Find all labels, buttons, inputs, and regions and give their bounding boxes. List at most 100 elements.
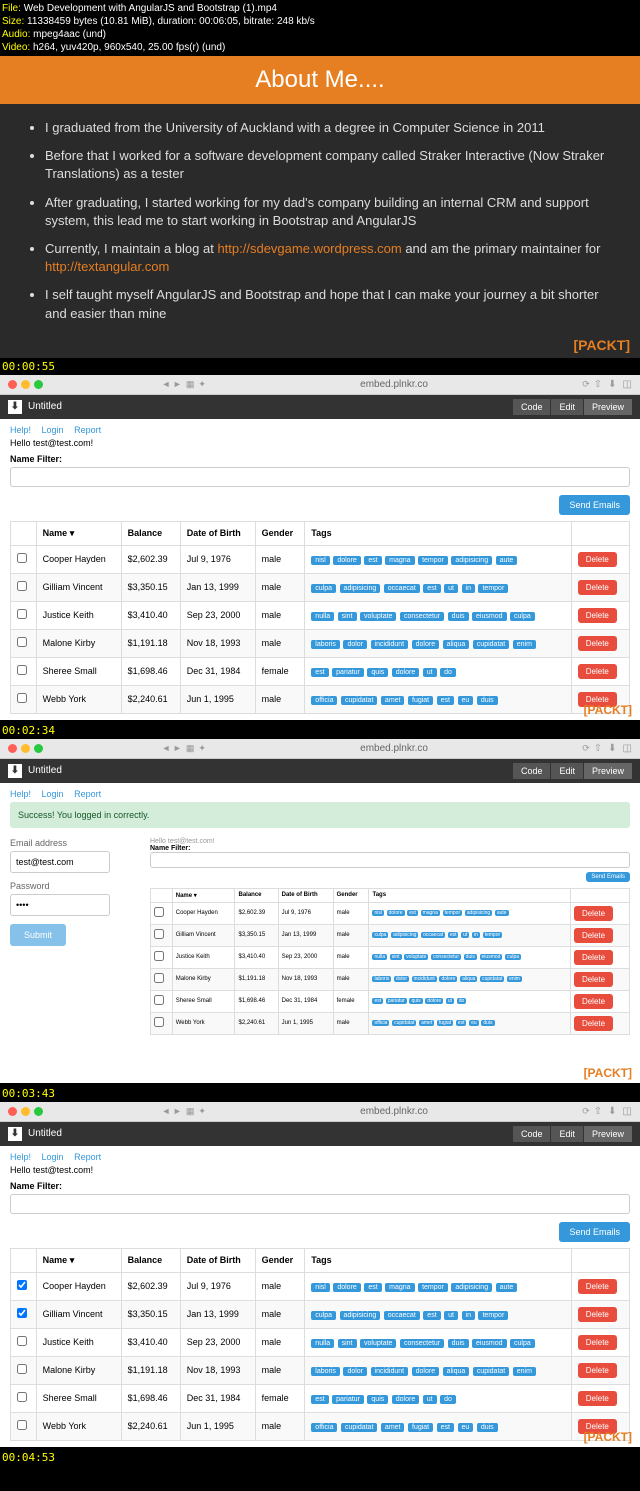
star-icon[interactable]: ✦ — [198, 743, 206, 754]
col-tags[interactable]: Tags — [305, 1248, 571, 1272]
delete-button[interactable]: Delete — [578, 664, 617, 679]
row-checkbox[interactable] — [17, 1420, 27, 1430]
delete-button[interactable]: Delete — [578, 1279, 617, 1294]
delete-button[interactable]: Delete — [574, 994, 613, 1009]
password-field[interactable] — [10, 894, 110, 916]
send-emails-button[interactable]: Send Emails — [559, 495, 630, 515]
row-checkbox[interactable] — [154, 907, 164, 917]
row-checkbox[interactable] — [154, 929, 164, 939]
col-dob[interactable]: Date of Birth — [180, 521, 255, 545]
mini-filter-input[interactable] — [150, 852, 630, 868]
nav-report[interactable]: Report — [74, 1152, 101, 1162]
row-checkbox[interactable] — [17, 553, 27, 563]
share-icon[interactable]: ⇧ — [594, 1106, 602, 1117]
row-checkbox[interactable] — [17, 1336, 27, 1346]
col-tags[interactable]: Tags — [305, 521, 571, 545]
maximize-icon[interactable] — [34, 1107, 43, 1116]
maximize-icon[interactable] — [34, 380, 43, 389]
filter-input[interactable] — [10, 467, 630, 487]
delete-button[interactable]: Delete — [578, 580, 617, 595]
delete-button[interactable]: Delete — [578, 1391, 617, 1406]
delete-button[interactable]: Delete — [578, 608, 617, 623]
row-checkbox[interactable] — [17, 609, 27, 619]
submit-button[interactable]: Submit — [10, 924, 66, 946]
tabs-icon[interactable]: ◫ — [623, 743, 632, 754]
plnkr-logo-icon[interactable]: ⬇ — [8, 1127, 22, 1141]
reload-icon[interactable]: ⟳ — [582, 1106, 590, 1117]
tab-code[interactable]: Code — [513, 1126, 551, 1142]
mini-send-emails[interactable]: Send Emails — [586, 872, 630, 882]
col-dob[interactable]: Date of Birth — [180, 1248, 255, 1272]
minimize-icon[interactable] — [21, 1107, 30, 1116]
tab-code[interactable]: Code — [513, 399, 551, 415]
help-link[interactable]: Help! — [10, 1152, 31, 1162]
nav-login[interactable]: Login — [42, 425, 64, 435]
nav-icon[interactable]: ◄ ► — [162, 743, 182, 753]
delete-button[interactable]: Delete — [578, 1335, 617, 1350]
row-checkbox[interactable] — [17, 693, 27, 703]
minimize-icon[interactable] — [21, 380, 30, 389]
row-checkbox[interactable] — [17, 1308, 27, 1318]
panel-icon[interactable]: ▦ — [186, 743, 195, 754]
col-balance[interactable]: Balance — [121, 521, 180, 545]
delete-button[interactable]: Delete — [574, 950, 613, 965]
nav-icon[interactable]: ◄ ► — [162, 379, 182, 389]
email-field[interactable] — [10, 851, 110, 873]
row-checkbox[interactable] — [17, 581, 27, 591]
minimize-icon[interactable] — [21, 744, 30, 753]
tab-edit[interactable]: Edit — [551, 399, 583, 415]
row-checkbox[interactable] — [17, 637, 27, 647]
share-icon[interactable]: ⇧ — [594, 743, 602, 754]
panel-icon[interactable]: ▦ — [186, 379, 195, 390]
blog-link[interactable]: http://sdevgame.wordpress.com — [217, 241, 401, 256]
tab-preview[interactable]: Preview — [584, 1126, 632, 1142]
tab-preview[interactable]: Preview — [584, 763, 632, 779]
nav-report[interactable]: Report — [74, 425, 101, 435]
close-icon[interactable] — [8, 380, 17, 389]
nav-login[interactable]: Login — [42, 789, 64, 799]
row-checkbox[interactable] — [154, 995, 164, 1005]
delete-button[interactable]: Delete — [578, 1307, 617, 1322]
delete-button[interactable]: Delete — [574, 906, 613, 921]
delete-button[interactable]: Delete — [574, 972, 613, 987]
col-name[interactable]: Name ▾ — [36, 521, 121, 545]
row-checkbox[interactable] — [17, 1364, 27, 1374]
textangular-link[interactable]: http://textangular.com — [45, 259, 169, 274]
row-checkbox[interactable] — [17, 665, 27, 675]
filter-input[interactable] — [10, 1194, 630, 1214]
close-icon[interactable] — [8, 744, 17, 753]
col-gender[interactable]: Gender — [255, 1248, 305, 1272]
row-checkbox[interactable] — [17, 1392, 27, 1402]
download-icon[interactable]: ⬇ — [608, 1106, 616, 1117]
plnkr-logo-icon[interactable]: ⬇ — [8, 764, 22, 778]
col-name[interactable]: Name ▾ — [36, 1248, 121, 1272]
nav-icon[interactable]: ◄ ► — [162, 1106, 182, 1116]
delete-button[interactable]: Delete — [578, 552, 617, 567]
plnkr-logo-icon[interactable]: ⬇ — [8, 400, 22, 414]
row-checkbox[interactable] — [154, 951, 164, 961]
close-icon[interactable] — [8, 1107, 17, 1116]
delete-button[interactable]: Delete — [574, 1016, 613, 1031]
nav-login[interactable]: Login — [42, 1152, 64, 1162]
row-checkbox[interactable] — [17, 1280, 27, 1290]
tab-edit[interactable]: Edit — [551, 763, 583, 779]
tabs-icon[interactable]: ◫ — [623, 379, 632, 390]
url-bar[interactable]: embed.plnkr.co — [210, 379, 578, 390]
col-gender[interactable]: Gender — [255, 521, 305, 545]
download-icon[interactable]: ⬇ — [608, 379, 616, 390]
maximize-icon[interactable] — [34, 744, 43, 753]
delete-button[interactable]: Delete — [578, 1363, 617, 1378]
row-checkbox[interactable] — [154, 1017, 164, 1027]
nav-report[interactable]: Report — [74, 789, 101, 799]
reload-icon[interactable]: ⟳ — [582, 743, 590, 754]
share-icon[interactable]: ⇧ — [594, 379, 602, 390]
tab-edit[interactable]: Edit — [551, 1126, 583, 1142]
row-checkbox[interactable] — [154, 973, 164, 983]
star-icon[interactable]: ✦ — [198, 379, 206, 390]
url-bar[interactable]: embed.plnkr.co — [210, 743, 578, 754]
help-link[interactable]: Help! — [10, 425, 31, 435]
send-emails-button[interactable]: Send Emails — [559, 1222, 630, 1242]
delete-button[interactable]: Delete — [578, 636, 617, 651]
tabs-icon[interactable]: ◫ — [623, 1106, 632, 1117]
reload-icon[interactable]: ⟳ — [582, 379, 590, 390]
